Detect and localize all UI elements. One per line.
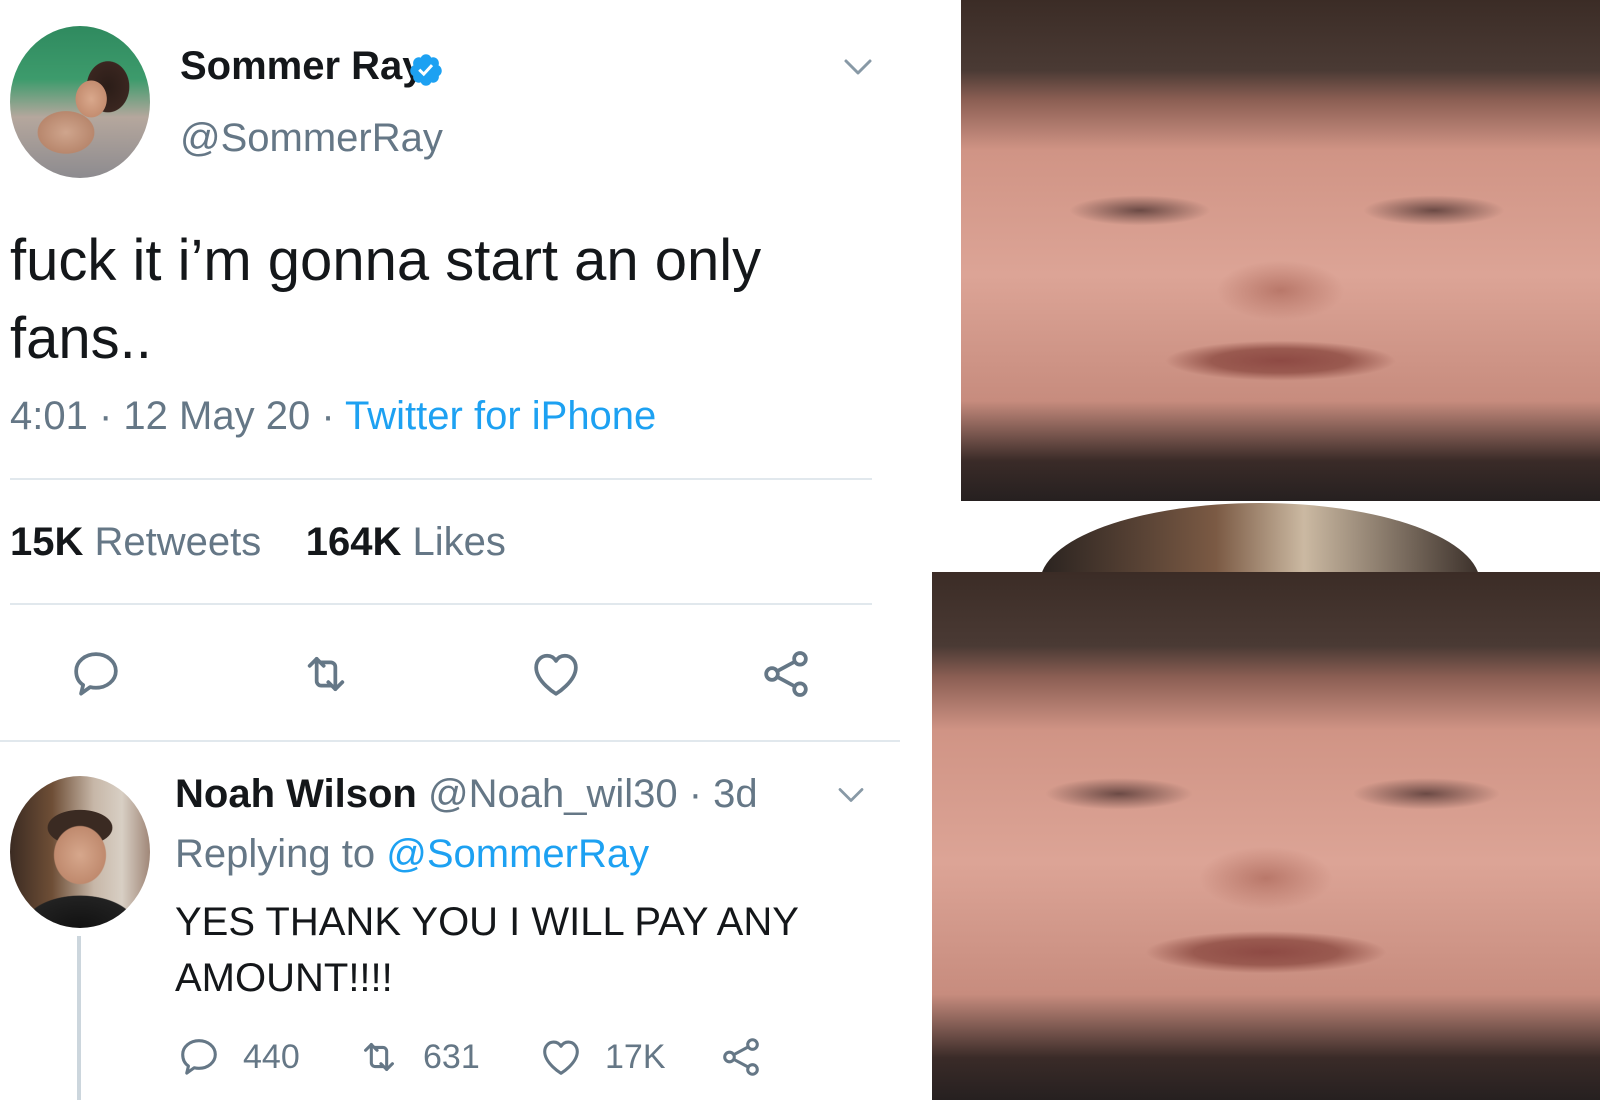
divider [0,740,900,742]
share-icon[interactable] [718,1034,764,1080]
thread-line [77,936,81,1100]
reply-icon[interactable] [176,1034,222,1080]
author-handle[interactable]: @SommerRay [180,116,443,161]
chevron-down-icon[interactable] [842,55,874,79]
reply-author-name[interactable]: Noah Wilson [175,772,417,816]
divider [10,603,872,605]
author-display-name[interactable]: Sommer Ray [180,44,425,89]
like-icon[interactable] [528,646,584,702]
replying-mention-link[interactable]: @SommerRay [386,832,649,876]
retweets-stat[interactable]: 15K Retweets [10,520,261,564]
avatar-noah-wilson[interactable] [10,776,150,928]
retweet-icon[interactable] [298,646,354,702]
share-icon[interactable] [758,646,814,702]
meta-separator: · [98,394,124,438]
meta-separator: · [321,394,346,438]
tweet-text: fuck it i’m gonna start an only fans.. [10,228,762,371]
retweets-count: 15K [10,520,84,564]
verified-badge-icon [410,54,442,86]
likes-count: 164K [305,520,402,564]
divider [10,478,872,480]
meta-separator: · [677,772,714,816]
reply-header: Noah Wilson @Noah_wil30 · 3d [175,772,758,817]
likes-label: Likes [412,520,506,564]
reply-age[interactable]: 3d [713,772,758,816]
retweet-icon[interactable] [356,1034,402,1080]
chevron-down-icon[interactable] [836,784,866,806]
reply-icon[interactable] [68,646,124,702]
replying-to: Replying to @SommerRay [175,832,649,877]
zoomed-face-image-top [961,0,1600,501]
tweet-source-link[interactable]: Twitter for iPhone [345,394,656,438]
like-icon[interactable] [538,1034,584,1080]
tweet-date[interactable]: 12 May 20 [123,394,310,438]
reply-author-handle[interactable]: @Noah_wil30 [428,772,678,816]
retweets-label: Retweets [94,520,262,564]
likes-stat[interactable]: 164K Likes [306,520,506,564]
zoomed-face-image-bottom [932,572,1600,1100]
reply-text: YES THANK YOU I WILL PAY ANY AMOUNT!!!! [175,900,799,1000]
like-count: 17K [605,1038,666,1076]
retweet-count: 631 [423,1038,480,1076]
tweet-meta: 4:01 · 12 May 20 · Twitter for iPhone [10,394,656,439]
tweet-time: 4:01 [10,394,88,438]
avatar-sommer-ray[interactable] [10,26,150,178]
tweet-stats: 15K Retweets 164K Likes [10,520,506,565]
reply-count: 440 [243,1038,300,1076]
replying-label: Replying to [175,832,376,876]
